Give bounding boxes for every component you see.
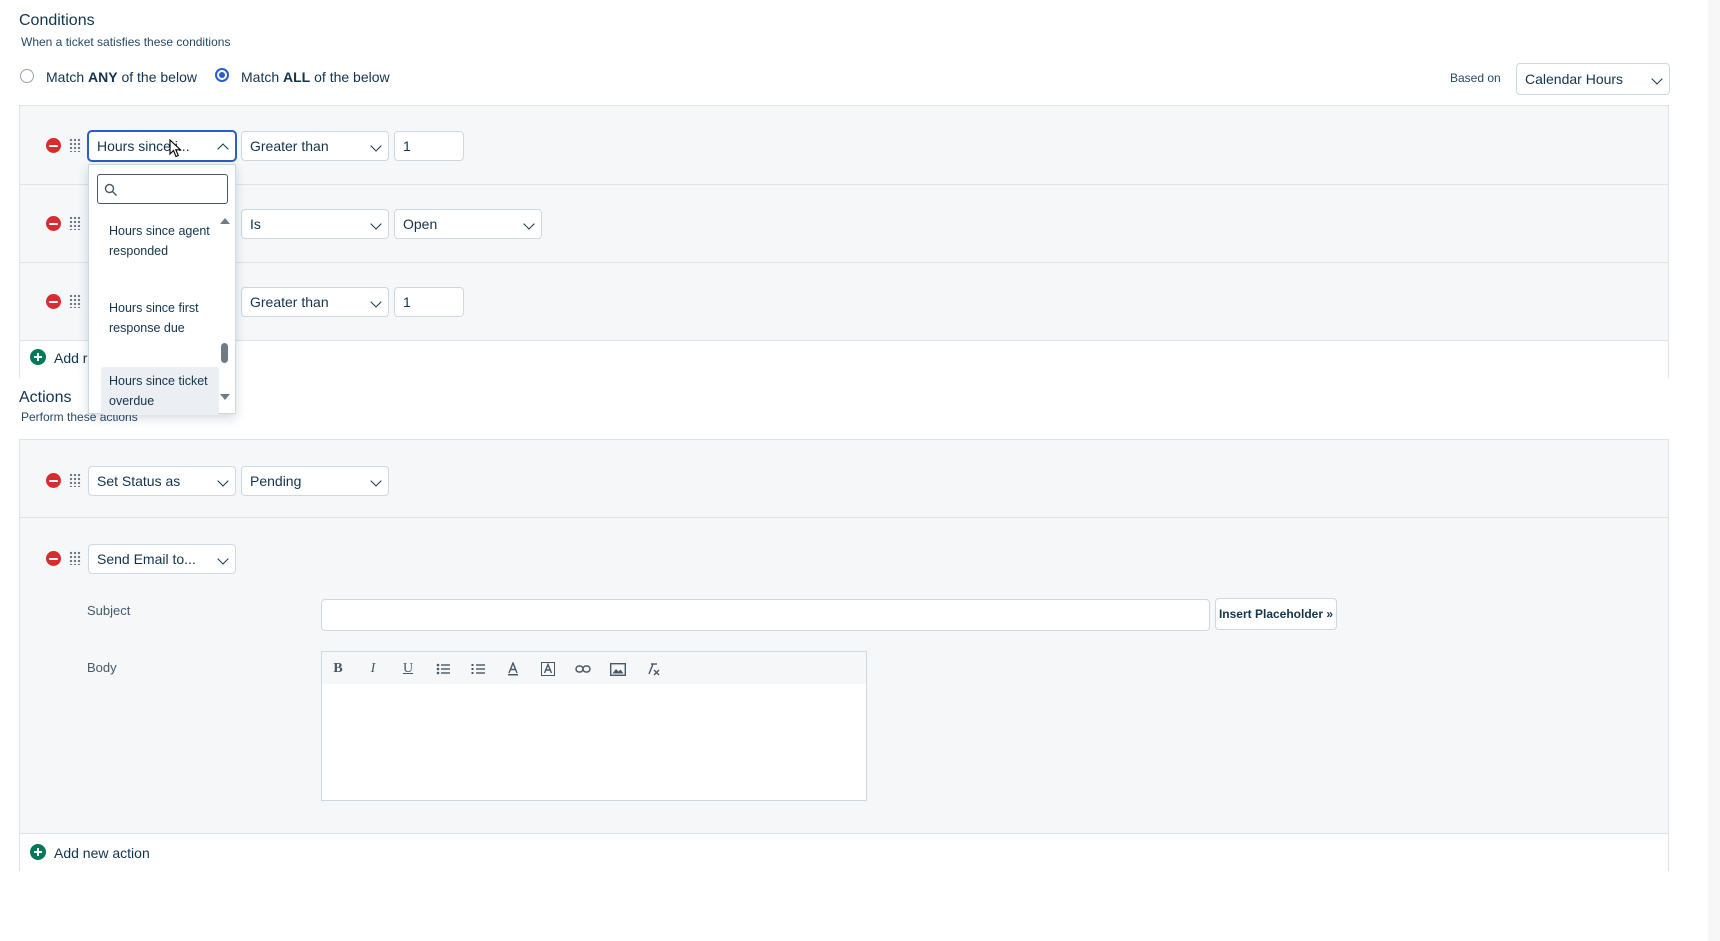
action-1-type-select[interactable]: Set Status as <box>88 466 236 496</box>
chevron-down-icon <box>370 218 382 230</box>
match-all-label[interactable]: Match ALL of the below <box>241 69 390 85</box>
drag-handle-3-icon[interactable] <box>69 294 81 308</box>
add-action-icon[interactable] <box>30 844 46 860</box>
insert-placeholder-button[interactable]: Insert Placeholder » <box>1215 598 1337 630</box>
add-action-label[interactable]: Add new action <box>54 845 150 861</box>
based-on-label: Based on <box>1450 71 1501 85</box>
chevron-down-icon <box>370 296 382 308</box>
chevron-down-icon <box>217 475 229 487</box>
match-any-label[interactable]: Match ANY of the below <box>46 69 197 85</box>
text-color-icon[interactable] <box>499 652 527 686</box>
underline-button[interactable]: U <box>394 652 422 686</box>
italic-button[interactable]: I <box>359 652 387 686</box>
match-any-radio[interactable] <box>20 69 34 83</box>
link-icon[interactable] <box>569 652 597 686</box>
based-on-select[interactable]: Calendar Hours <box>1516 63 1670 95</box>
conditions-title: Conditions <box>19 12 95 29</box>
editor-toolbar: B I U <box>321 651 867 685</box>
bold-button[interactable]: B <box>324 652 352 686</box>
remove-action-2-icon[interactable] <box>46 551 61 566</box>
condition-1-value-input[interactable]: 1 <box>394 131 464 161</box>
condition-2-operator-select[interactable]: Is <box>241 209 389 239</box>
scroll-up-icon[interactable] <box>220 218 230 224</box>
dropdown-search-input[interactable] <box>97 174 228 204</box>
body-editor[interactable] <box>321 684 867 801</box>
condition-2-value-select[interactable]: Open <box>394 209 542 239</box>
dropdown-scrollbar-thumb[interactable] <box>221 343 228 363</box>
add-condition-label[interactable]: Add r <box>54 350 87 366</box>
drag-handle-1-icon[interactable] <box>69 138 81 152</box>
remove-action-1-icon[interactable] <box>46 473 61 488</box>
remove-condition-3-icon[interactable] <box>46 294 61 309</box>
action-2-type-select[interactable]: Send Email to... <box>88 544 236 574</box>
page-scrollbar[interactable] <box>1708 0 1720 941</box>
subject-label: Subject <box>87 603 131 618</box>
chevron-down-icon <box>370 140 382 152</box>
dropdown-option[interactable]: Hours since first response due <box>101 294 219 342</box>
chevron-down-icon <box>217 553 229 565</box>
chevron-up-icon <box>217 143 229 155</box>
mouse-cursor-icon <box>169 139 182 158</box>
remove-condition-2-icon[interactable] <box>46 216 61 231</box>
chevron-down-icon <box>523 218 535 230</box>
action-1-value-select[interactable]: Pending <box>241 466 389 496</box>
dropdown-option[interactable]: Hours since ticket overdue <box>101 367 219 415</box>
match-all-radio[interactable] <box>215 68 229 82</box>
condition-3-operator-select[interactable]: Greater than <box>241 287 389 317</box>
field-dropdown-menu: Hours since agent responded Hours since … <box>88 164 236 415</box>
scroll-down-icon[interactable] <box>220 394 230 400</box>
chevron-down-icon <box>370 475 382 487</box>
add-condition-icon[interactable] <box>30 349 46 365</box>
subject-input[interactable] <box>321 599 1210 631</box>
image-icon[interactable] <box>604 652 632 686</box>
bullet-list-icon[interactable] <box>429 652 457 686</box>
dropdown-option[interactable]: Hours since agent responded <box>101 217 219 265</box>
clear-formatting-icon[interactable] <box>639 652 667 686</box>
conditions-subtitle: When a ticket satisfies these conditions <box>21 35 231 49</box>
numbered-list-icon[interactable] <box>464 652 492 686</box>
condition-1-field-select[interactable]: Hours since i... <box>88 131 236 161</box>
background-color-icon[interactable] <box>534 652 562 686</box>
body-label: Body <box>87 660 117 675</box>
actions-title: Actions <box>19 389 72 406</box>
drag-handle-action-2-icon[interactable] <box>69 551 81 565</box>
chevron-down-icon <box>1651 73 1663 85</box>
remove-condition-1-icon[interactable] <box>46 138 61 153</box>
condition-1-operator-select[interactable]: Greater than <box>241 131 389 161</box>
drag-handle-2-icon[interactable] <box>69 216 81 230</box>
condition-3-value-input[interactable]: 1 <box>394 287 464 317</box>
search-icon <box>104 183 117 196</box>
drag-handle-action-1-icon[interactable] <box>69 473 81 487</box>
